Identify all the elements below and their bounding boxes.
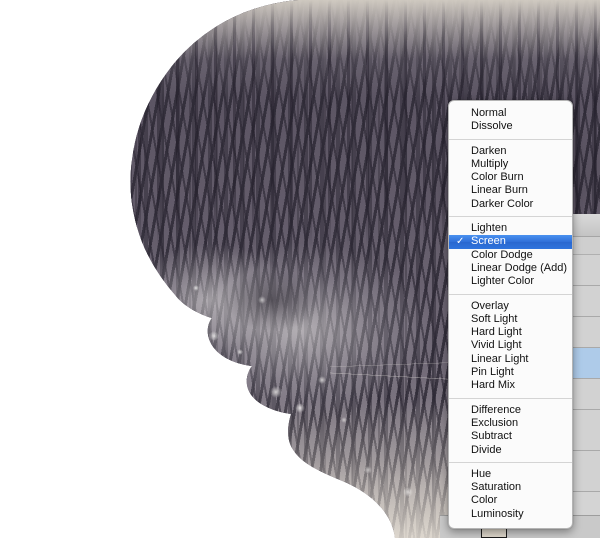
menu-item-normal[interactable]: Normal bbox=[449, 107, 572, 120]
menu-item-lighter-color[interactable]: Lighter Color bbox=[449, 275, 572, 288]
menu-item-label: Dissolve bbox=[471, 120, 513, 133]
menu-item-label: Normal bbox=[471, 107, 507, 119]
menu-item-darker-color[interactable]: Darker Color bbox=[449, 198, 572, 211]
menu-item-multiply[interactable]: Multiply bbox=[449, 158, 572, 171]
menu-separator bbox=[449, 397, 572, 399]
menu-item-label: Exclusion bbox=[471, 416, 519, 429]
menu-item-label: Hue bbox=[471, 467, 492, 480]
menu-item-exclusion[interactable]: Exclusion bbox=[449, 417, 572, 430]
menu-item-label: Lighter Color bbox=[471, 275, 534, 288]
menu-item-linear-dodge-add[interactable]: Linear Dodge (Add) bbox=[449, 262, 572, 275]
menu-item-label: Subtract bbox=[471, 430, 512, 443]
menu-item-label: Luminosity bbox=[471, 507, 524, 520]
menu-item-label: Pin Light bbox=[471, 366, 514, 379]
menu-item-difference[interactable]: Difference bbox=[449, 404, 572, 417]
menu-item-label: Saturation bbox=[471, 481, 522, 494]
menu-item-divide[interactable]: Divide bbox=[449, 444, 572, 457]
menu-item-pin-light[interactable]: Pin Light bbox=[449, 366, 572, 379]
checkmark-icon: ✓ bbox=[456, 236, 465, 248]
menu-item-color-burn[interactable]: Color Burn bbox=[449, 171, 572, 184]
menu-separator bbox=[449, 293, 572, 295]
menu-item-lighten[interactable]: Lighten bbox=[449, 222, 572, 235]
menu-item-color-dodge[interactable]: Color Dodge bbox=[449, 249, 572, 262]
menu-item-label: Darken bbox=[471, 144, 507, 157]
menu-item-label: Linear Light bbox=[471, 352, 529, 365]
menu-item-hard-light[interactable]: Hard Light bbox=[449, 326, 572, 339]
menu-item-label: Overlay bbox=[471, 299, 509, 312]
menu-item-label: Screen bbox=[471, 235, 506, 248]
menu-item-color[interactable]: Color bbox=[449, 494, 572, 507]
menu-item-label: Divide bbox=[471, 443, 502, 456]
menu-item-label: Difference bbox=[471, 403, 521, 416]
menu-item-vivid-light[interactable]: Vivid Light bbox=[449, 339, 572, 352]
menu-item-hard-mix[interactable]: Hard Mix bbox=[449, 379, 572, 392]
menu-item-overlay[interactable]: Overlay bbox=[449, 300, 572, 313]
menu-item-saturation[interactable]: Saturation bbox=[449, 481, 572, 494]
menu-item-label: Lighten bbox=[471, 222, 508, 235]
menu-item-label: Linear Dodge (Add) bbox=[471, 261, 568, 274]
menu-item-label: Color bbox=[471, 494, 498, 507]
menu-item-soft-light[interactable]: Soft Light bbox=[449, 313, 572, 326]
menu-separator bbox=[449, 216, 572, 218]
menu-item-darken[interactable]: Darken bbox=[449, 145, 572, 158]
blend-mode-dropdown-menu[interactable]: Normal Dissolve Darken Multiply Color Bu… bbox=[448, 100, 573, 530]
menu-item-label: Color Burn bbox=[471, 171, 524, 184]
menu-item-label: Multiply bbox=[471, 157, 509, 170]
menu-item-label: Hard Mix bbox=[471, 379, 516, 392]
menu-item-label: Linear Burn bbox=[471, 184, 528, 197]
menu-item-linear-burn[interactable]: Linear Burn bbox=[449, 184, 572, 197]
menu-item-label: Soft Light bbox=[471, 312, 518, 325]
menu-item-label: Hard Light bbox=[471, 326, 522, 339]
menu-item-label: Darker Color bbox=[471, 197, 534, 210]
menu-item-label: Vivid Light bbox=[471, 339, 522, 352]
menu-separator bbox=[449, 461, 572, 463]
menu-item-hue[interactable]: Hue bbox=[449, 468, 572, 481]
menu-item-luminosity[interactable]: Luminosity bbox=[449, 508, 572, 521]
menu-item-dissolve[interactable]: Dissolve bbox=[449, 120, 572, 133]
menu-item-screen[interactable]: ✓ Screen bbox=[449, 235, 572, 249]
menu-item-label: Color Dodge bbox=[471, 248, 533, 261]
menu-item-linear-light[interactable]: Linear Light bbox=[449, 353, 572, 366]
menu-separator bbox=[449, 138, 572, 140]
menu-item-subtract[interactable]: Subtract bbox=[449, 430, 572, 443]
